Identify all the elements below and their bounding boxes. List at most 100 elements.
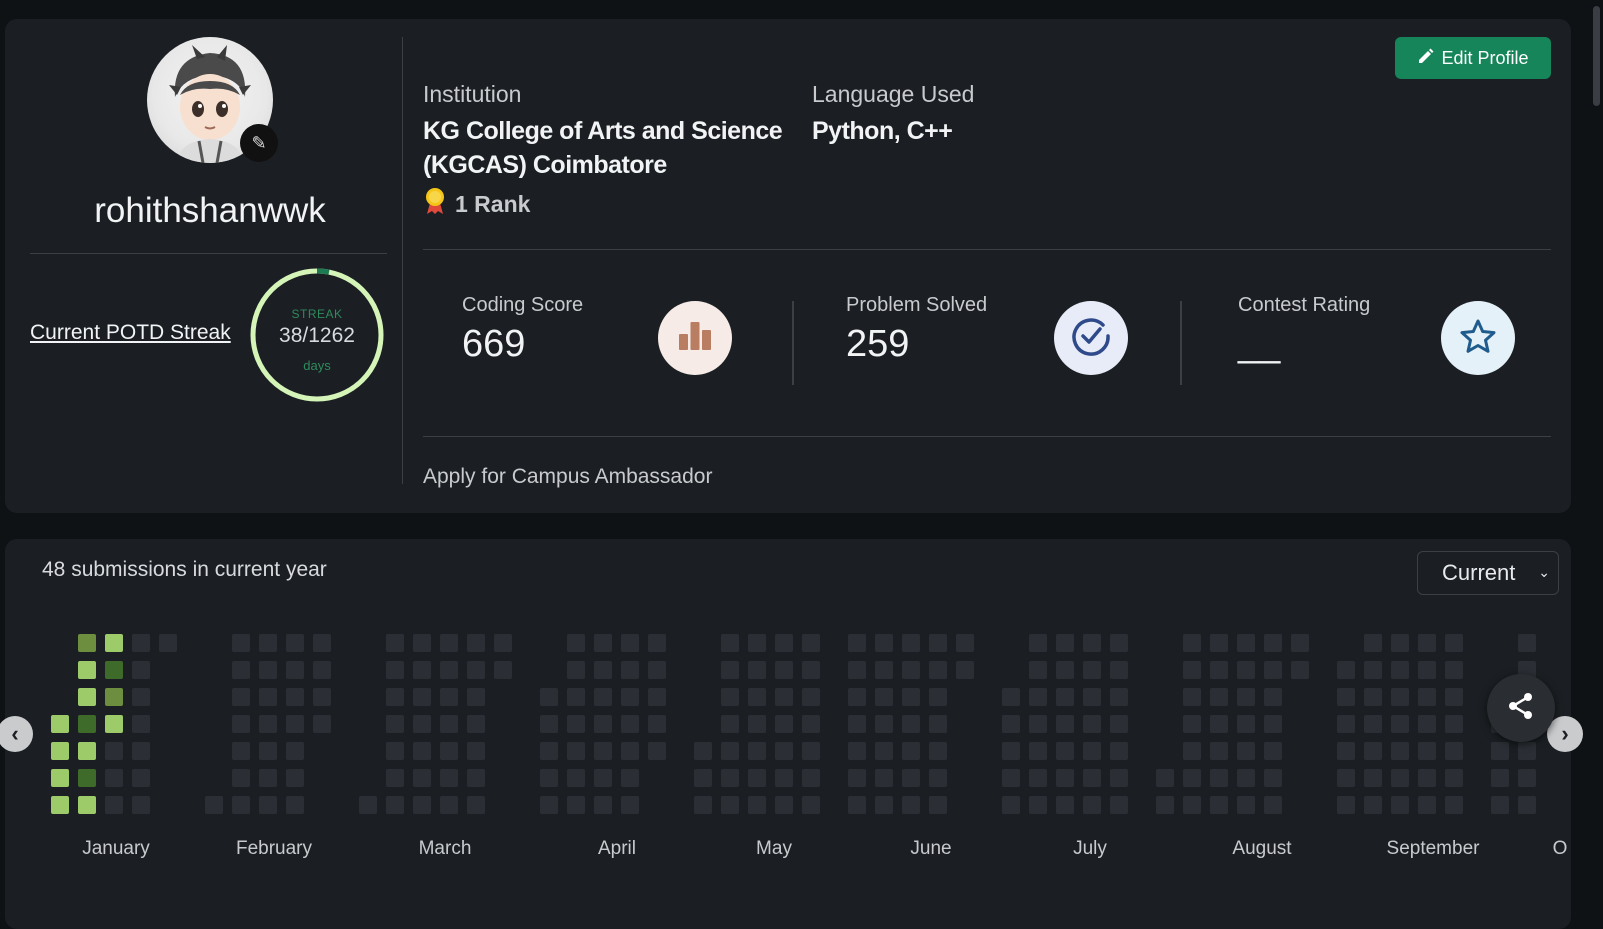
heatmap-cell[interactable] — [259, 688, 277, 706]
heatmap-cell[interactable] — [386, 796, 404, 814]
heatmap-cell[interactable] — [359, 796, 377, 814]
heatmap-cell[interactable] — [105, 661, 123, 679]
heatmap-cell[interactable] — [748, 796, 766, 814]
heatmap-cell[interactable] — [567, 715, 585, 733]
heatmap-cell[interactable] — [621, 742, 639, 760]
heatmap-cell[interactable] — [1391, 796, 1409, 814]
heatmap-cell[interactable] — [51, 715, 69, 733]
heatmap-cell[interactable] — [440, 742, 458, 760]
heatmap-cell[interactable] — [902, 634, 920, 652]
heatmap-cell[interactable] — [1156, 769, 1174, 787]
heatmap-cell[interactable] — [1518, 742, 1536, 760]
heatmap-cell[interactable] — [440, 715, 458, 733]
heatmap-cell[interactable] — [748, 742, 766, 760]
heatmap-cell[interactable] — [1337, 769, 1355, 787]
heatmap-cell[interactable] — [802, 661, 820, 679]
heatmap-cell[interactable] — [386, 661, 404, 679]
heatmap-cell[interactable] — [132, 715, 150, 733]
heatmap-cell[interactable] — [929, 661, 947, 679]
heatmap-cell[interactable] — [1237, 634, 1255, 652]
share-button[interactable] — [1487, 674, 1555, 742]
heatmap-cell[interactable] — [721, 661, 739, 679]
heatmap-cell[interactable] — [286, 634, 304, 652]
heatmap-cell[interactable] — [540, 796, 558, 814]
heatmap-cell[interactable] — [648, 688, 666, 706]
heatmap-cell[interactable] — [1337, 742, 1355, 760]
heatmap-cell[interactable] — [259, 661, 277, 679]
heatmap-cell[interactable] — [132, 769, 150, 787]
heatmap-cell[interactable] — [1029, 796, 1047, 814]
heatmap-cell[interactable] — [413, 634, 431, 652]
heatmap-cell[interactable] — [1445, 742, 1463, 760]
heatmap-cell[interactable] — [540, 742, 558, 760]
heatmap-cell[interactable] — [567, 661, 585, 679]
heatmap-cell[interactable] — [1002, 715, 1020, 733]
heatmap-cell[interactable] — [1237, 742, 1255, 760]
heatmap-cell[interactable] — [232, 796, 250, 814]
heatmap-cell[interactable] — [413, 715, 431, 733]
heatmap-cell[interactable] — [259, 634, 277, 652]
heatmap-cell[interactable] — [648, 715, 666, 733]
heatmap-cell[interactable] — [78, 715, 96, 733]
heatmap-cell[interactable] — [621, 634, 639, 652]
heatmap-cell[interactable] — [1518, 796, 1536, 814]
heatmap-cell[interactable] — [1110, 769, 1128, 787]
heatmap-cell[interactable] — [132, 634, 150, 652]
heatmap-cell[interactable] — [1518, 769, 1536, 787]
heatmap-cell[interactable] — [413, 796, 431, 814]
heatmap-cell[interactable] — [621, 661, 639, 679]
heatmap-cell[interactable] — [1237, 688, 1255, 706]
heatmap-cell[interactable] — [1364, 634, 1382, 652]
heatmap-cell[interactable] — [1418, 688, 1436, 706]
heatmap-cell[interactable] — [802, 634, 820, 652]
heatmap-cell[interactable] — [848, 742, 866, 760]
heatmap-cell[interactable] — [902, 661, 920, 679]
heatmap-cell[interactable] — [1002, 796, 1020, 814]
heatmap-cell[interactable] — [1029, 742, 1047, 760]
heatmap-cell[interactable] — [748, 661, 766, 679]
heatmap-cell[interactable] — [1029, 715, 1047, 733]
heatmap-cell[interactable] — [1445, 688, 1463, 706]
heatmap-cell[interactable] — [1210, 796, 1228, 814]
heatmap-cell[interactable] — [594, 715, 612, 733]
heatmap-cell[interactable] — [775, 688, 793, 706]
heatmap-cell[interactable] — [1445, 661, 1463, 679]
heatmap-cell[interactable] — [1183, 769, 1201, 787]
heatmap-cell[interactable] — [1337, 796, 1355, 814]
heatmap-cell[interactable] — [1183, 796, 1201, 814]
heatmap-cell[interactable] — [567, 742, 585, 760]
heatmap-cell[interactable] — [386, 715, 404, 733]
heatmap-cell[interactable] — [621, 769, 639, 787]
heatmap-cell[interactable] — [286, 661, 304, 679]
heatmap-cell[interactable] — [802, 688, 820, 706]
heatmap-cell[interactable] — [1391, 661, 1409, 679]
heatmap-cell[interactable] — [1364, 661, 1382, 679]
heatmap-cell[interactable] — [1029, 688, 1047, 706]
heatmap-cell[interactable] — [440, 688, 458, 706]
heatmap-cell[interactable] — [51, 796, 69, 814]
heatmap-cell[interactable] — [386, 769, 404, 787]
heatmap-cell[interactable] — [413, 661, 431, 679]
heatmap-cell[interactable] — [105, 742, 123, 760]
heatmap-cell[interactable] — [848, 688, 866, 706]
heatmap-cell[interactable] — [1029, 661, 1047, 679]
heatmap-cell[interactable] — [875, 769, 893, 787]
heatmap-cell[interactable] — [78, 769, 96, 787]
heatmap-cell[interactable] — [494, 634, 512, 652]
heatmap-cell[interactable] — [440, 634, 458, 652]
heatmap-cell[interactable] — [440, 769, 458, 787]
heatmap-cell[interactable] — [929, 688, 947, 706]
heatmap-cell[interactable] — [51, 769, 69, 787]
heatmap-cell[interactable] — [1291, 661, 1309, 679]
heatmap-cell[interactable] — [105, 769, 123, 787]
heatmap-cell[interactable] — [694, 796, 712, 814]
heatmap-cell[interactable] — [1391, 715, 1409, 733]
heatmap-cell[interactable] — [1264, 634, 1282, 652]
heatmap-cell[interactable] — [1264, 796, 1282, 814]
heatmap-cell[interactable] — [467, 715, 485, 733]
heatmap-cell[interactable] — [51, 742, 69, 760]
heatmap-cell[interactable] — [1210, 661, 1228, 679]
heatmap-cell[interactable] — [1056, 688, 1074, 706]
heatmap-cell[interactable] — [1183, 715, 1201, 733]
heatmap-cell[interactable] — [1183, 688, 1201, 706]
